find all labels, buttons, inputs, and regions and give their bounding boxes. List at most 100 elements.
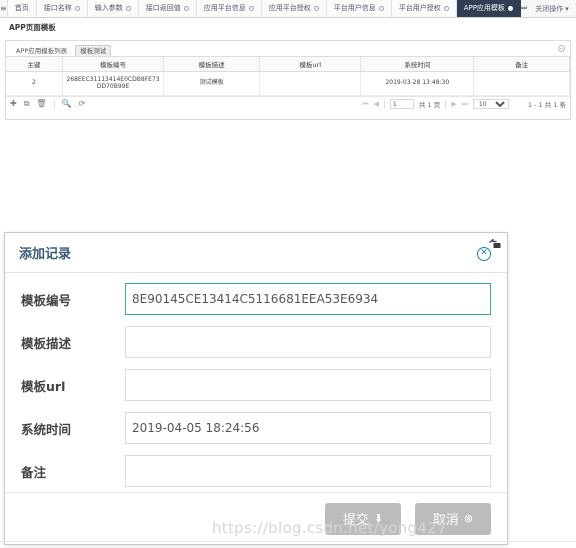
table-row[interactable]: 2 268EEC31113414E0CDB8FE73DD70B99E 测试模板 201… (6, 71, 570, 96)
nav-tab-label: 平台用户信息 (333, 4, 376, 12)
nav-tab-4[interactable]: 应用平台信息 (196, 0, 262, 17)
column-header-5: 备注 (473, 57, 570, 72)
close-operations-menu[interactable]: 关闭操作 ▾ (535, 4, 569, 14)
dialog-footer: 提交 ⬇ 取消 ⊗ (5, 492, 507, 544)
tab-close-icon[interactable] (443, 6, 449, 11)
column-header-2: 模板描述 (163, 57, 261, 72)
prev-page-icon[interactable]: ◀ (374, 100, 379, 108)
refresh-icon[interactable]: ⟳ (79, 100, 86, 108)
nav-tab-3[interactable]: 接口返回值 (138, 0, 197, 17)
field-label-3: 系统时间 (21, 421, 72, 437)
app-root: ≡ 首页 接口名称 输入参数 接口返回值 应用平台信息 应用平台授权 平台用户信息 平台用户授… (0, 0, 576, 548)
nav-tab-label: 输入参数 (94, 4, 123, 12)
last-page-icon[interactable]: ⏭ (462, 100, 468, 109)
submit-label: 提交 (342, 513, 369, 528)
pager-divider-1 (383, 99, 385, 109)
nav-tab-label: 接口返回值 (145, 4, 181, 12)
chevron-down-icon: ▾ (565, 4, 569, 13)
dialog-title: 添加记录 (19, 247, 72, 262)
tab-close-icon[interactable] (183, 6, 189, 11)
nav-tab-label: 平台用户授权 (398, 4, 441, 12)
page-number-input[interactable] (389, 99, 414, 109)
nav-tab-7[interactable]: 平台用户授权 (391, 0, 457, 17)
form-row-2: 模板url (15, 369, 491, 401)
pager-divider-2 (445, 99, 447, 109)
close-circle-icon[interactable]: ✕ (477, 247, 491, 261)
form-row-3: 系统时间 (15, 412, 491, 444)
table-cell: 2 (6, 71, 63, 96)
nav-tab-label: 首页 (14, 4, 29, 12)
table-cell (473, 71, 570, 96)
restore-window-icon[interactable] (489, 235, 501, 248)
field-label-2: 模板url (21, 378, 66, 394)
nav-tab-0[interactable]: 首页 (7, 0, 37, 17)
download-icon: ⬇ (373, 512, 384, 525)
form-row-4: 备注 (15, 455, 491, 487)
field-input-1[interactable] (125, 326, 491, 358)
nav-tab-1[interactable]: 接口名称 (36, 0, 88, 17)
add-record-dialog: 添加记录 ✕ 模板编号模板描述模板url 系统时间备注 提交 ⬇ 取消 ⊗ (4, 232, 508, 545)
grid-toolbar: ✚ ⧉ 🗑 🔍 ⟳ ⏮ ◀ 共 1 页 ▶ ⏭ 102050100 1 - 1 … (6, 95, 570, 112)
top-navigation-bar: ≡ 首页 接口名称 输入参数 接口返回值 应用平台信息 应用平台授权 平台用户信息 平台用户授… (0, 0, 576, 18)
panel-tab-list: − APP应用模板列表 模板测试 (6, 41, 570, 57)
page-size-select[interactable]: 102050100 (472, 99, 509, 109)
tabs-scroll-right-icon[interactable]: ⏭ (521, 4, 527, 13)
template-table: 主键 模板编号 模板描述 模板url 系统时间 备注 2 268EEC31113414E0C… (6, 57, 570, 96)
toolbar-divider (53, 99, 55, 109)
form-row-0: 模板编号 (15, 283, 491, 315)
field-input-2[interactable] (125, 369, 491, 401)
table-cell (259, 71, 362, 96)
nav-tab-2[interactable]: 输入参数 (87, 0, 139, 17)
tab-close-icon[interactable] (507, 6, 513, 11)
nav-tab-label: APP应用模板 (463, 4, 505, 12)
column-header-1: 模板编号 (62, 57, 165, 72)
nav-tab-label: 接口名称 (43, 4, 72, 12)
field-label-1: 模板描述 (21, 335, 72, 351)
page-count-label: 共 1 页 (418, 101, 441, 109)
tab-close-icon[interactable] (248, 6, 254, 11)
field-input-4[interactable] (125, 455, 491, 487)
table-cell: 2019-03-28 13:48:30 (360, 71, 475, 96)
field-label-0: 模板编号 (21, 292, 72, 308)
cancel-circle-icon: ⊗ (463, 512, 474, 525)
pagination: ⏮ ◀ 共 1 页 ▶ ⏭ 102050100 1 - 1 共 1 条 (362, 99, 566, 109)
dialog-header: 添加记录 ✕ (5, 233, 507, 273)
page-title: APP页面模板 (9, 23, 56, 32)
nav-tab-6[interactable]: 平台用户信息 (326, 0, 392, 17)
nav-tab-list: 首页 接口名称 输入参数 接口返回值 应用平台信息 应用平台授权 平台用户信息 平台用户授权 A… (7, 0, 521, 17)
table-header-row: 主键 模板编号 模板描述 模板url 系统时间 备注 (6, 57, 570, 72)
tab-close-icon[interactable] (125, 6, 131, 11)
delete-icon[interactable]: 🗑 (36, 100, 46, 108)
panel-tab-1[interactable]: 模板测试 (75, 44, 112, 56)
form-row-1: 模板描述 (15, 326, 491, 358)
content-panel: − APP应用模板列表 模板测试 主键 模板编号 模板描述 模板url 系统时间 备注 22… (5, 40, 571, 120)
bottom-divider (0, 541, 576, 542)
nav-tab-label: 应用平台信息 (203, 4, 246, 12)
column-header-4: 系统时间 (360, 57, 475, 72)
next-page-icon[interactable]: ▶ (451, 100, 456, 108)
table-body: 2 268EEC31113414E0CDB8FE73DD70B99E 测试模板 201… (6, 71, 570, 96)
column-header-0: 主键 (6, 57, 63, 72)
table-cell: 测试模板 (163, 71, 261, 96)
nav-right-actions: ⏭ 关闭操作 ▾ ⏏ 退出 (521, 0, 576, 17)
tab-close-icon[interactable] (378, 6, 384, 11)
nav-tab-label: 应用平台授权 (268, 4, 311, 12)
panel-tab-0[interactable]: APP应用模板列表 (12, 46, 71, 57)
field-input-0[interactable] (125, 283, 491, 315)
menu-icon[interactable]: ≡ (0, 0, 8, 17)
field-input-3[interactable] (125, 412, 491, 444)
field-label-4: 备注 (21, 464, 47, 480)
tab-close-icon[interactable] (313, 6, 319, 11)
nav-tab-8[interactable]: APP应用模板 (456, 0, 521, 17)
cancel-button[interactable]: 取消 ⊗ (415, 502, 491, 535)
edit-icon[interactable]: ⧉ (24, 100, 30, 108)
tab-close-icon[interactable] (74, 6, 80, 11)
nav-tab-5[interactable]: 应用平台授权 (261, 0, 327, 17)
record-total-label: 1 - 1 共 1 条 (527, 101, 566, 109)
dialog-form: 模板编号模板描述模板url 系统时间备注 (5, 273, 507, 487)
submit-button[interactable]: 提交 ⬇ (325, 502, 401, 535)
panel-collapse-icon[interactable]: − (558, 45, 565, 52)
first-page-icon[interactable]: ⏮ (362, 100, 368, 109)
add-icon[interactable]: ✚ (10, 100, 17, 108)
search-icon[interactable]: 🔍 (62, 100, 72, 108)
